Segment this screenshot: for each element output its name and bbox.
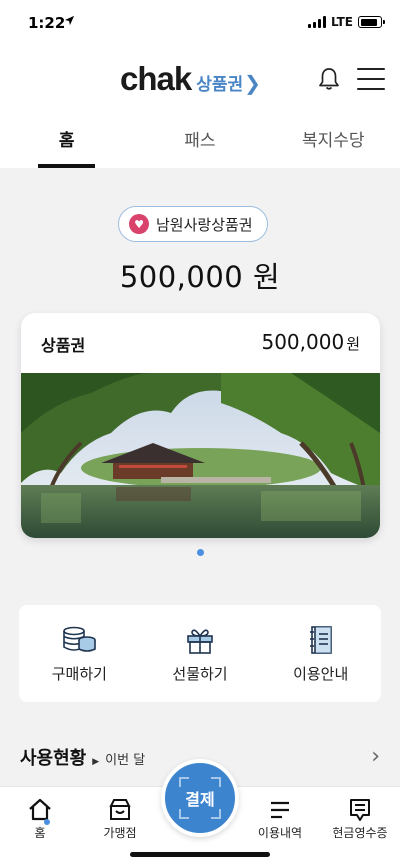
status-time: 1:22: [28, 14, 66, 32]
nav-stores-label: 가맹점: [103, 826, 137, 840]
tab-pass[interactable]: 패스: [133, 114, 266, 168]
quick-actions-panel: 구매하기 선물하기 이용안내: [19, 605, 381, 702]
heart-icon: ♥: [129, 214, 149, 234]
hamburger-menu-icon[interactable]: [357, 68, 385, 90]
gift-button[interactable]: 선물하기: [140, 605, 261, 702]
network-label: LTE: [330, 15, 353, 29]
tab-welfare[interactable]: 복지수당: [267, 114, 400, 168]
signal-icon: [307, 16, 326, 28]
app-header: chak 상품권 ❯: [0, 48, 400, 114]
bell-icon[interactable]: [316, 66, 342, 92]
carousel-dot-active[interactable]: [196, 549, 204, 556]
voucher-name: 남원사랑상품권: [156, 215, 253, 234]
location-arrow-icon: [64, 15, 75, 26]
home-active-dot: [44, 819, 50, 825]
nav-history[interactable]: 이용내역: [240, 797, 320, 841]
logo-text: chak: [120, 60, 192, 97]
nav-stores[interactable]: 가맹점: [80, 797, 160, 841]
pay-button[interactable]: 결제: [161, 759, 239, 837]
battery-icon: [358, 16, 385, 28]
card-amount-value: 500,000: [261, 330, 345, 354]
nav-home-label: 홈: [34, 826, 46, 840]
tab-home[interactable]: 홈: [0, 114, 133, 168]
pay-label: 결제: [185, 790, 215, 809]
guide-label: 이용안내: [293, 665, 349, 683]
status-indicators: LTE: [307, 15, 385, 29]
usage-title: 사용현황: [20, 748, 87, 769]
tab-bar: 홈 패스 복지수당: [0, 114, 400, 168]
nav-receipt-label: 현금영수증: [332, 826, 388, 840]
card-amount: 500,000 원: [261, 330, 360, 354]
gift-label: 선물하기: [172, 665, 228, 683]
purchase-label: 구매하기: [51, 665, 107, 683]
coins-icon: [63, 626, 97, 652]
logo-chevron-icon: ❯: [244, 71, 261, 95]
voucher-selector-chip[interactable]: ♥ 남원사랑상품권: [118, 206, 268, 242]
guide-button[interactable]: 이용안내: [260, 605, 381, 702]
store-icon: [109, 799, 131, 820]
list-icon: [271, 801, 289, 819]
gift-icon: [187, 629, 213, 654]
logo-sub-text: 상품권: [196, 75, 244, 95]
nav-home[interactable]: 홈: [0, 797, 80, 841]
scan-corner-icon: [179, 809, 189, 819]
chak-logo[interactable]: chak 상품권 ❯: [120, 60, 261, 98]
scan-corner-icon: [211, 809, 221, 819]
usage-arrow-icon: ▶: [92, 757, 100, 767]
purchase-button[interactable]: 구매하기: [19, 605, 140, 702]
card-landscape-image: [21, 373, 380, 538]
guide-book-icon: [309, 626, 332, 654]
usage-section-header[interactable]: 사용현황 ▶ 이번 달: [20, 744, 145, 770]
status-bar: 1:22 LTE: [0, 0, 400, 48]
receipt-icon: [350, 799, 370, 821]
nav-history-label: 이용내역: [257, 826, 303, 840]
card-amount-unit: 원: [346, 335, 360, 353]
carousel-indicator: [0, 549, 400, 556]
usage-period: 이번 달: [105, 753, 146, 768]
nav-receipt[interactable]: 현금영수증: [320, 797, 400, 841]
voucher-card[interactable]: 상품권 500,000 원: [21, 313, 380, 538]
usage-more-chevron-icon[interactable]: ›: [371, 744, 380, 769]
total-balance: 500,000 원: [119, 260, 281, 294]
card-title: 상품권: [41, 336, 86, 355]
home-indicator: [130, 852, 270, 857]
